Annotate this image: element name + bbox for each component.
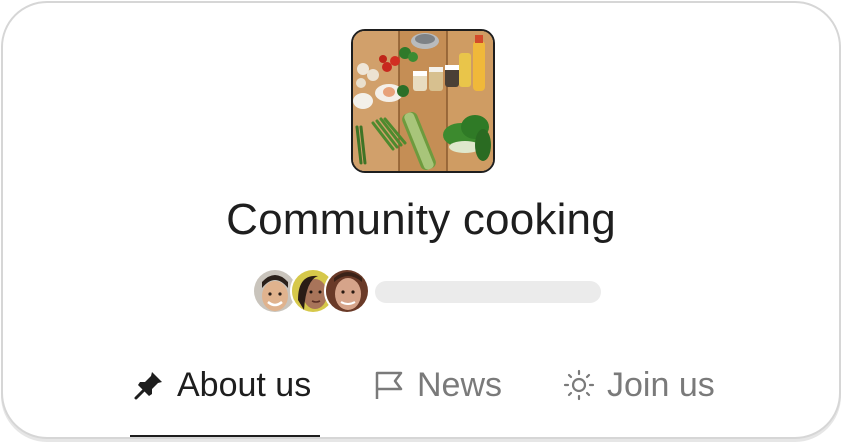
tab-about-us[interactable]: About us: [133, 355, 311, 415]
tab-label: Join us: [607, 365, 715, 404]
tab-news[interactable]: News: [373, 355, 502, 415]
pin-icon: [133, 369, 165, 401]
food-ingredients-illustration: [353, 31, 493, 171]
sun-icon: [563, 369, 595, 401]
group-title: Community cooking: [226, 195, 616, 244]
person-face-icon: [326, 270, 368, 312]
tab-join-us[interactable]: Join us: [563, 355, 715, 415]
member-avatars[interactable]: [252, 268, 370, 316]
tab-bar: About us News Join us: [3, 355, 839, 437]
group-card: Community cooking About us News Join us: [1, 1, 841, 439]
tab-label: About us: [177, 365, 312, 404]
members-text-placeholder: [375, 281, 601, 303]
active-tab-indicator: [130, 435, 320, 437]
group-cover-image[interactable]: [351, 29, 495, 173]
flag-icon: [373, 369, 405, 401]
member-avatar[interactable]: [324, 268, 370, 314]
tab-label: News: [417, 365, 503, 404]
